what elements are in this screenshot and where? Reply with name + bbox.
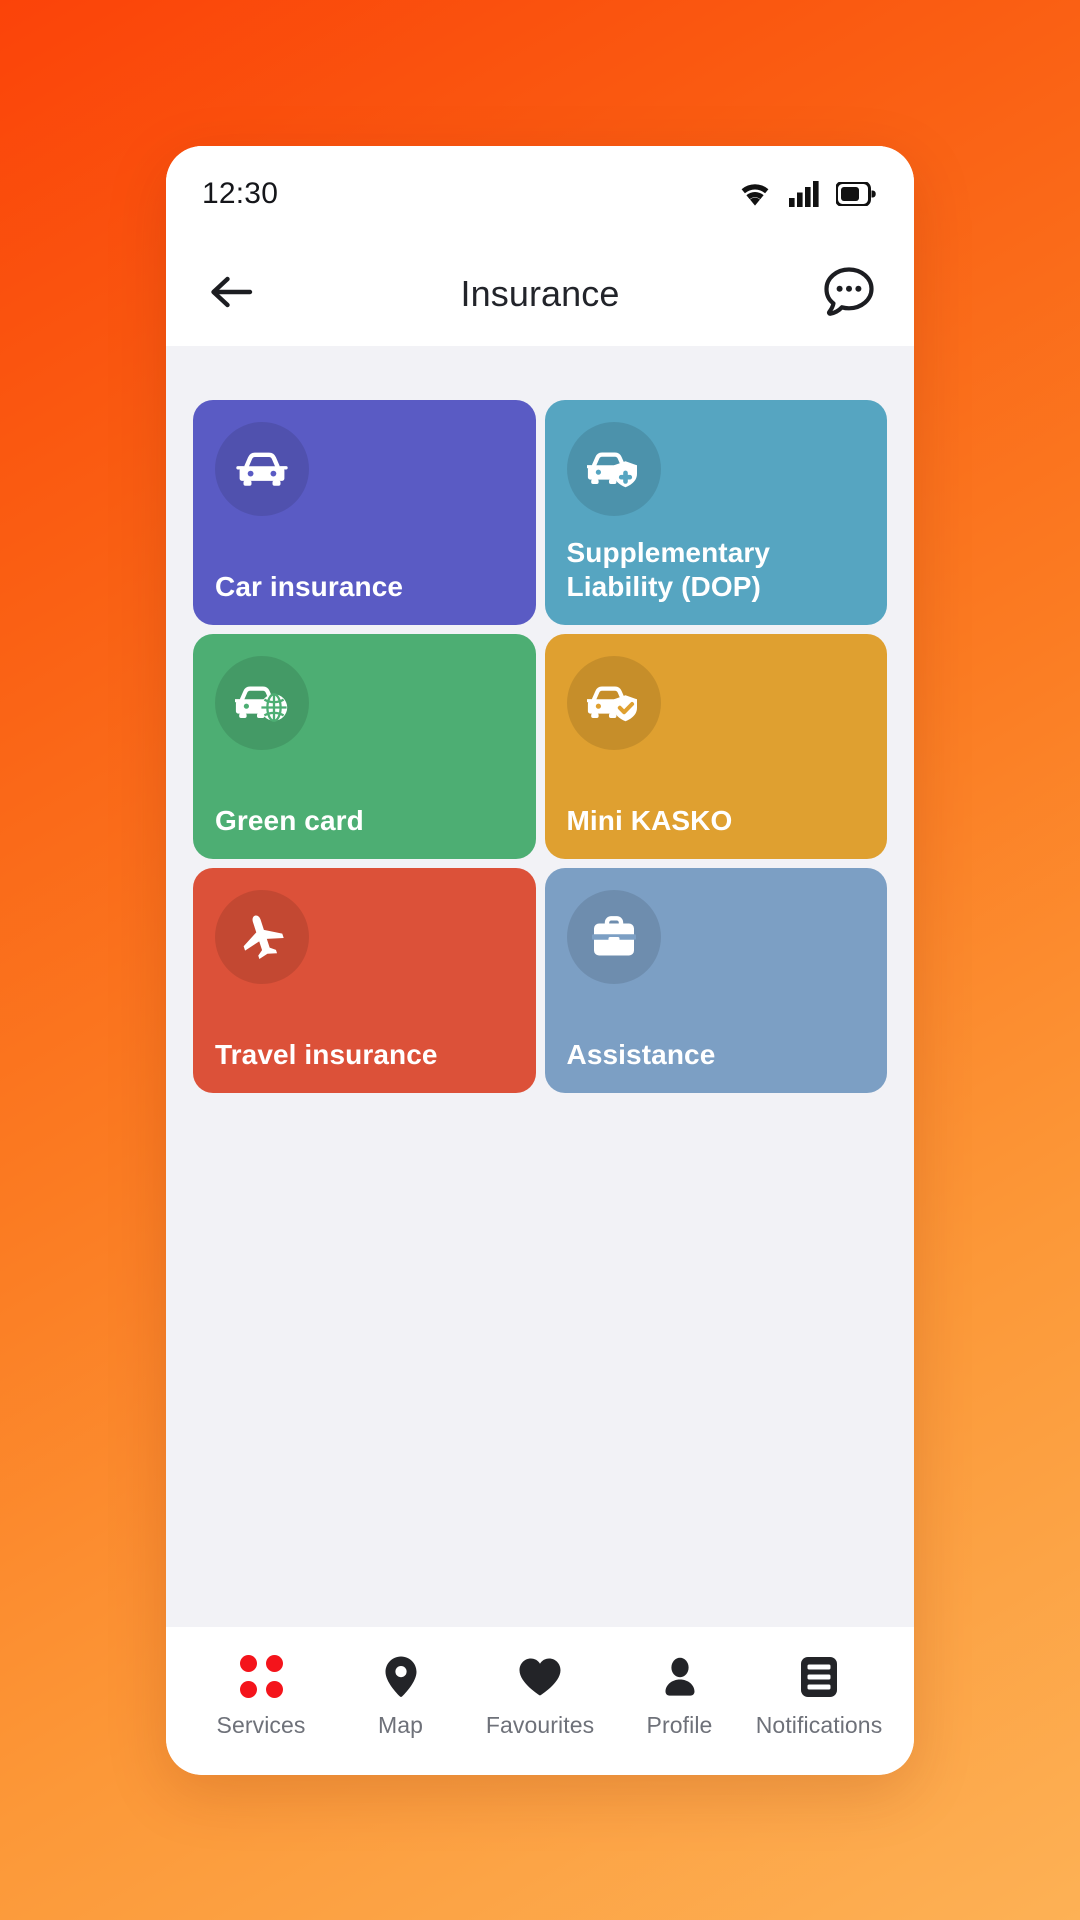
- list-box-icon: [799, 1655, 839, 1699]
- tile-car-insurance[interactable]: Car insurance: [193, 399, 536, 625]
- car-front-icon: [236, 447, 288, 491]
- car-shield-check-icon: [586, 680, 641, 726]
- status-bar: 12:30: [166, 145, 914, 242]
- tile-mini-kasko[interactable]: Mini KASKO: [544, 633, 887, 859]
- tile-label: Assistance: [566, 1039, 716, 1071]
- tile-icon-badge: [215, 889, 309, 984]
- tile-icon-badge: [566, 889, 661, 984]
- tile-travel-insurance[interactable]: Travel insurance: [193, 867, 536, 1093]
- bottom-navigation-bar: Services Map Favourites Profile Notifica…: [166, 1626, 914, 1775]
- status-time: 12:30: [202, 176, 279, 210]
- back-button[interactable]: [200, 263, 262, 325]
- nav-item-map[interactable]: Map: [338, 1655, 464, 1739]
- insurance-tile-grid: Car insurance Supplementary Liability (D…: [193, 399, 887, 1093]
- tile-assistance[interactable]: Assistance: [544, 867, 887, 1093]
- car-globe-icon: [235, 680, 289, 726]
- cellular-signal-icon: [789, 180, 819, 207]
- tile-label: Green card: [215, 805, 364, 837]
- page-title: Insurance: [460, 272, 620, 314]
- car-shield-plus-icon: [586, 446, 641, 492]
- nav-label: Services: [216, 1711, 306, 1738]
- nav-item-profile[interactable]: Profile: [617, 1655, 743, 1739]
- app-header: Insurance: [166, 241, 914, 346]
- phone-frame: 12:30 Insurance Car insurance Supplement…: [166, 145, 914, 1775]
- heart-icon: [518, 1655, 562, 1699]
- tile-label: Supplementary Liability (DOP): [566, 537, 771, 603]
- airplane-icon: [237, 912, 287, 962]
- map-pin-icon: [384, 1655, 418, 1699]
- tile-label: Mini KASKO: [566, 805, 733, 837]
- four-dots-icon: [239, 1655, 283, 1699]
- status-icons: [738, 180, 876, 207]
- nav-label: Map: [377, 1711, 424, 1738]
- nav-item-services[interactable]: Services: [198, 1655, 324, 1739]
- wifi-icon: [738, 181, 772, 207]
- tile-icon-badge: [566, 655, 661, 750]
- tile-icon-badge: [215, 655, 309, 750]
- content-area: Car insurance Supplementary Liability (D…: [166, 345, 914, 1627]
- chat-button[interactable]: [818, 263, 880, 325]
- arrow-left-icon: [209, 274, 253, 313]
- tile-icon-badge: [566, 421, 661, 516]
- tile-label: Travel insurance: [215, 1039, 438, 1071]
- tile-icon-badge: [215, 421, 309, 516]
- nav-label: Notifications: [755, 1711, 883, 1738]
- briefcase-icon: [589, 914, 639, 960]
- nav-label: Favourites: [485, 1711, 595, 1738]
- battery-icon: [836, 181, 876, 206]
- person-icon: [661, 1655, 699, 1699]
- nav-item-favourites[interactable]: Favourites: [477, 1655, 603, 1739]
- tile-green-card[interactable]: Green card: [193, 633, 536, 859]
- nav-label: Profile: [646, 1711, 713, 1738]
- chat-bubble-dots-icon: [821, 265, 877, 322]
- nav-item-notifications[interactable]: Notifications: [756, 1655, 882, 1739]
- tile-supplementary-liability[interactable]: Supplementary Liability (DOP): [544, 399, 887, 625]
- tile-label: Car insurance: [215, 571, 404, 603]
